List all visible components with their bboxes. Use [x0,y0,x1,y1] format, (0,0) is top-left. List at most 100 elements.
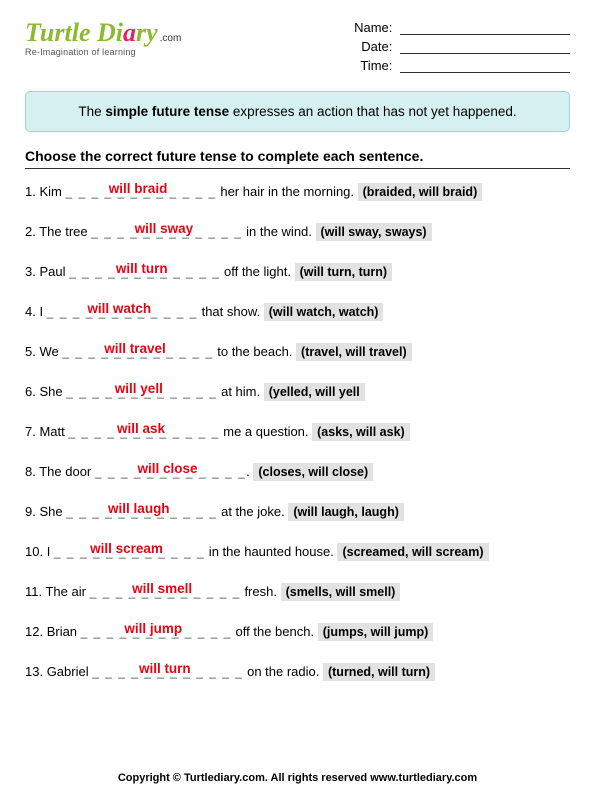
answer-text: will close [137,461,197,476]
answer-blank[interactable]: _ _ _ _ _ _ _ _ _ _ _ _will travel [62,345,213,359]
date-input-line[interactable] [400,40,570,54]
answer-text: will ask [117,421,165,436]
sentence-pre: Paul [39,264,69,279]
choices: (will laugh, laugh) [288,503,404,521]
question-item: 2. The tree _ _ _ _ _ _ _ _ _ _ _ _will … [25,223,570,241]
items-list: 1. Kim _ _ _ _ _ _ _ _ _ _ _ _will braid… [25,183,570,681]
sentence-post: . [246,464,253,479]
question-item: 9. She _ _ _ _ _ _ _ _ _ _ _ _will laugh… [25,503,570,521]
answer-text: will braid [109,181,168,196]
question-item: 1. Kim _ _ _ _ _ _ _ _ _ _ _ _will braid… [25,183,570,201]
question-item: 12. Brian _ _ _ _ _ _ _ _ _ _ _ _will ju… [25,623,570,641]
answer-blank[interactable]: _ _ _ _ _ _ _ _ _ _ _ _will jump [81,625,232,639]
item-number: 10. [25,544,47,559]
header: Turtle Diary.com Re-Imagination of learn… [25,20,570,77]
time-input-line[interactable] [400,59,570,73]
answer-blank[interactable]: _ _ _ _ _ _ _ _ _ _ _ _will sway [91,225,242,239]
item-number: 4. [25,304,39,319]
answer-text: will jump [124,621,182,636]
item-number: 13. [25,664,47,679]
item-number: 1. [25,184,39,199]
question-item: 10. I _ _ _ _ _ _ _ _ _ _ _ _will scream… [25,543,570,561]
sentence-post: at the joke. [217,504,288,519]
info-bold: simple future tense [105,104,229,119]
name-label: Name: [348,20,392,35]
info-post: expresses an action that has not yet hap… [229,104,516,119]
time-field: Time: [348,58,570,73]
time-label: Time: [348,58,392,73]
answer-blank[interactable]: _ _ _ _ _ _ _ _ _ _ _ _will braid [65,185,216,199]
sentence-pre: She [39,384,66,399]
sentence-post: that show. [198,304,264,319]
question-item: 11. The air _ _ _ _ _ _ _ _ _ _ _ _will … [25,583,570,601]
info-box: The simple future tense expresses an act… [25,91,570,132]
item-number: 7. [25,424,39,439]
meta-fields: Name: Date: Time: [348,20,570,77]
question-item: 6. She _ _ _ _ _ _ _ _ _ _ _ _will yell … [25,383,570,401]
date-label: Date: [348,39,392,54]
question-item: 8. The door _ _ _ _ _ _ _ _ _ _ _ _will … [25,463,570,481]
choices: (screamed, will scream) [337,543,488,561]
answer-text: will turn [116,261,168,276]
choices: (turned, will turn) [323,663,435,681]
date-field: Date: [348,39,570,54]
sentence-pre: Matt [39,424,68,439]
logo-main: Turtle Diary.com [25,20,181,46]
sentence-post: in the haunted house. [205,544,337,559]
item-number: 8. [25,464,39,479]
choices: (yelled, will yell [264,383,365,401]
question-item: 7. Matt _ _ _ _ _ _ _ _ _ _ _ _will ask … [25,423,570,441]
sentence-pre: I [47,544,54,559]
answer-blank[interactable]: _ _ _ _ _ _ _ _ _ _ _ _will ask [68,425,219,439]
choices: (will turn, turn) [295,263,392,281]
question-item: 4. I _ _ _ _ _ _ _ _ _ _ _ _will watch t… [25,303,570,321]
choices: (travel, will travel) [296,343,412,361]
sentence-pre: The door [39,464,95,479]
worksheet-page: Turtle Diary.com Re-Imagination of learn… [0,0,595,743]
sentence-pre: Gabriel [47,664,93,679]
logo-dotcom: .com [160,33,182,44]
sentence-post: her hair in the morning. [217,184,358,199]
sentence-pre: Brian [47,624,81,639]
answer-text: will laugh [108,501,170,516]
logo: Turtle Diary.com Re-Imagination of learn… [25,20,181,57]
sentence-pre: She [39,504,66,519]
sentence-post: fresh. [241,584,281,599]
sentence-pre: The tree [39,224,91,239]
item-number: 12. [25,624,47,639]
item-number: 2. [25,224,39,239]
choices: (jumps, will jump) [318,623,434,641]
item-number: 3. [25,264,39,279]
answer-blank[interactable]: _ _ _ _ _ _ _ _ _ _ _ _will turn [69,265,220,279]
sentence-post: me a question. [220,424,313,439]
choices: (closes, will close) [253,463,373,481]
answer-text: will turn [139,661,191,676]
sentence-pre: I [39,304,46,319]
answer-text: will yell [115,381,163,396]
choices: (will sway, sways) [316,223,432,241]
name-field: Name: [348,20,570,35]
answer-blank[interactable]: _ _ _ _ _ _ _ _ _ _ _ _will scream [54,545,205,559]
sentence-pre: Kim [39,184,65,199]
answer-blank[interactable]: _ _ _ _ _ _ _ _ _ _ _ _will laugh [66,505,217,519]
answer-text: will watch [87,301,151,316]
answer-text: will smell [132,581,192,596]
answer-blank[interactable]: _ _ _ _ _ _ _ _ _ _ _ _will close [95,465,246,479]
answer-blank[interactable]: _ _ _ _ _ _ _ _ _ _ _ _will watch [47,305,198,319]
item-number: 6. [25,384,39,399]
sentence-post: at him. [217,384,263,399]
answer-text: will sway [135,221,194,236]
answer-blank[interactable]: _ _ _ _ _ _ _ _ _ _ _ _will yell [66,385,217,399]
info-pre: The [78,104,105,119]
item-number: 11. [25,584,45,599]
answer-blank[interactable]: _ _ _ _ _ _ _ _ _ _ _ _will smell [90,585,241,599]
name-input-line[interactable] [400,21,570,35]
item-number: 9. [25,504,39,519]
sentence-pre: The air [45,584,89,599]
separator [25,168,570,169]
sentence-pre: We [39,344,62,359]
sentence-post: to the beach. [214,344,296,359]
logo-tagline: Re-Imagination of learning [25,48,181,57]
sentence-post: on the radio. [243,664,323,679]
answer-blank[interactable]: _ _ _ _ _ _ _ _ _ _ _ _will turn [92,665,243,679]
